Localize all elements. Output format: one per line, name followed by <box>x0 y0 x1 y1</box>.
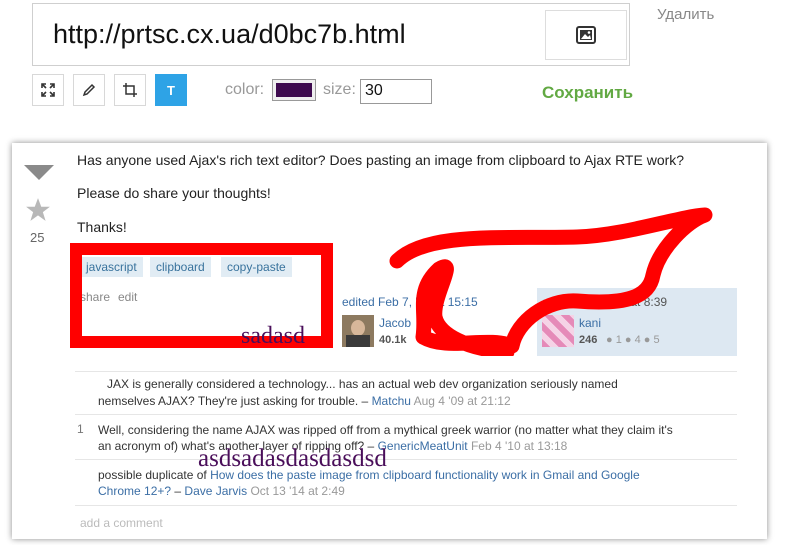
question-line: Please do share your thoughts! <box>77 185 271 201</box>
annotation-scribble <box>389 207 713 356</box>
comment-2: Well, considering the name AJAX was ripp… <box>98 423 673 437</box>
text-tool-button[interactable]: T <box>155 74 187 106</box>
delete-link[interactable]: Удалить <box>657 6 714 23</box>
color-picker[interactable] <box>272 79 316 101</box>
save-button[interactable]: Сохранить <box>542 83 633 103</box>
comment-date: Feb 4 '10 at 13:18 <box>470 439 568 453</box>
comment-link[interactable]: Chrome 12+? <box>98 484 171 498</box>
url-text[interactable]: http://prtsc.cx.ua/d0bc7b.html <box>53 19 406 50</box>
url-box: http://prtsc.cx.ua/d0bc7b.html <box>32 3 630 66</box>
comment-text: JAX is generally considered a technology… <box>107 377 618 391</box>
add-comment-link[interactable]: add a comment <box>80 516 163 530</box>
downvote-arrow-icon[interactable] <box>24 165 54 181</box>
size-input[interactable]: 30 <box>360 79 432 104</box>
comment-divider <box>75 414 737 415</box>
expand-icon <box>41 83 55 97</box>
comment-1-line2: nemselves AJAX? They're just asking for … <box>98 393 511 409</box>
pencil-icon <box>82 83 96 97</box>
pencil-tool-button[interactable] <box>73 74 105 106</box>
screenshot-preview: 25 Has anyone used Ajax's rich text edit… <box>12 143 767 539</box>
color-swatch <box>276 83 312 97</box>
comment-user[interactable]: GenericMeatUnit <box>378 439 468 453</box>
comment-1: JAX is generally considered a technology… <box>107 376 618 392</box>
comment-divider <box>75 459 737 460</box>
question-thanks: Thanks! <box>77 219 127 235</box>
comment-text: nemselves AJAX? They're just asking for … <box>98 394 369 408</box>
comment-text: possible duplicate of <box>98 468 207 482</box>
annotation-text-sadasd: sadasd <box>241 323 305 349</box>
question-body: Has anyone used Ajax's rich text editor?… <box>77 152 685 168</box>
star-icon[interactable] <box>25 197 51 223</box>
comment-user[interactable]: Matchu <box>372 394 411 408</box>
color-label: color: <box>225 81 265 98</box>
favorite-count: 25 <box>30 230 45 245</box>
annotation-text-asd: asdsadasdasdasdsd <box>198 445 387 472</box>
comment-date: Aug 4 '09 at 21:12 <box>413 394 511 408</box>
comment-divider <box>75 371 737 372</box>
size-label: size: <box>323 81 356 98</box>
comment-user[interactable]: Dave Jarvis <box>184 484 247 498</box>
image-icon <box>576 26 596 44</box>
comment-date: Oct 13 '14 at 2:49 <box>250 484 345 498</box>
image-button[interactable] <box>545 10 627 60</box>
editor-avatar[interactable] <box>342 315 374 347</box>
comment-score: 1 <box>77 422 84 436</box>
comment-divider <box>75 505 737 506</box>
crop-tool-button[interactable] <box>114 74 146 106</box>
expand-tool-button[interactable] <box>32 74 64 106</box>
crop-icon <box>123 83 137 97</box>
comment-3-line2: Chrome 12+? – Dave Jarvis Oct 13 '14 at … <box>98 484 345 498</box>
